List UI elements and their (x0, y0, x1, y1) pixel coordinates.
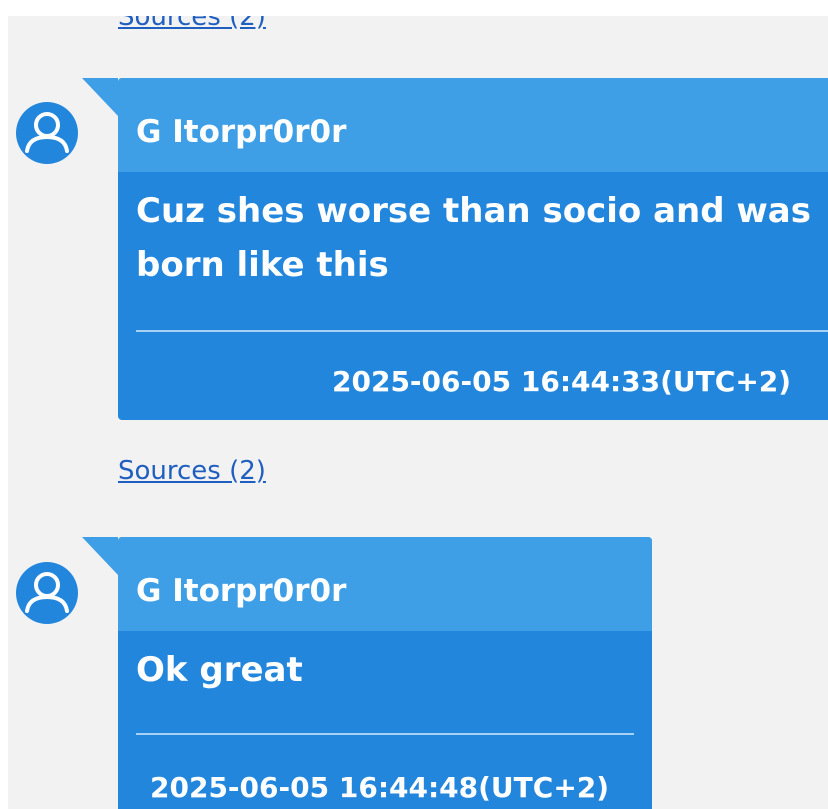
sources-link[interactable]: Sources (2) (118, 16, 266, 32)
message-divider (136, 330, 828, 332)
user-avatar-icon (16, 102, 78, 164)
message-text: Cuz shes worse than socio and was born l… (136, 191, 811, 285)
sources-link[interactable]: Sources (2) (118, 456, 266, 486)
message-sender: G Itorpr0r0r (118, 78, 828, 172)
message-bubble: G Itorpr0r0r Ok great 2025-06-05 16:44:4… (82, 537, 652, 809)
message-text: Ok great (136, 650, 303, 690)
message-timestamp: 2025-06-05 16:44:33(UTC+2) (332, 365, 792, 398)
message-timestamp: 2025-06-05 16:44:48(UTC+2) (150, 771, 610, 804)
message-divider (136, 733, 634, 735)
message-bubble: G Itorpr0r0r Cuz shes worse than socio a… (82, 78, 828, 420)
message-sender: G Itorpr0r0r (118, 537, 652, 631)
chat-panel: Sources (2) G Itorpr0r0r Cuz shes worse … (8, 16, 828, 809)
user-avatar-icon (16, 562, 78, 624)
